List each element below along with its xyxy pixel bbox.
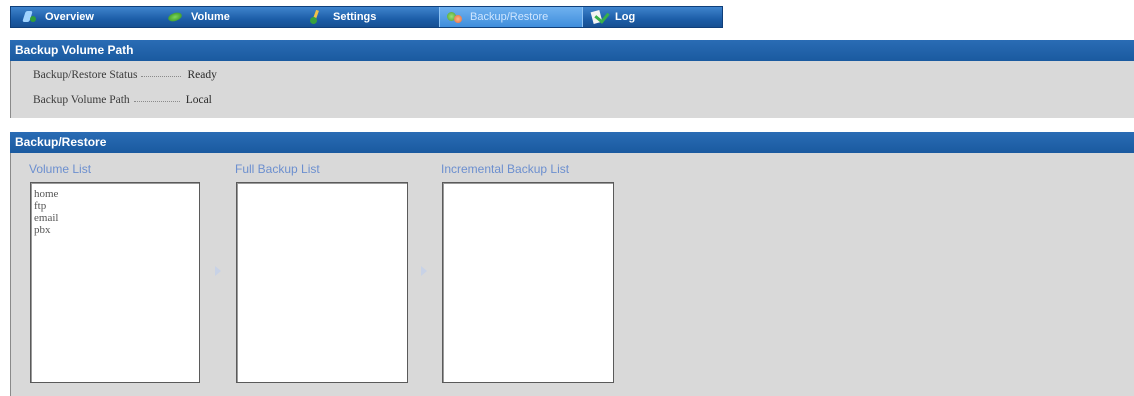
volume-path-label: Backup Volume Path [33, 94, 130, 106]
backup-volume-path-panel: Backup/Restore Status Ready Backup Volum… [10, 61, 1134, 118]
tab-log[interactable]: Log [591, 7, 635, 27]
tab-volume-label: Volume [191, 11, 230, 23]
tab-settings[interactable]: Settings [309, 7, 376, 27]
tab-backup-restore-label: Backup/Restore [470, 11, 549, 23]
arrow-right-icon[interactable] [215, 266, 221, 276]
full-backup-list[interactable] [236, 182, 408, 383]
overview-icon [21, 10, 37, 24]
leader-dots [133, 101, 180, 102]
backup-restore-icon [446, 10, 462, 24]
full-backup-list-label: Full Backup List [235, 162, 320, 176]
volume-list[interactable]: home ftp email pbx [30, 182, 200, 383]
status-value: Ready [187, 69, 217, 81]
volume-path-value: Local [185, 94, 212, 106]
main-tab-bar: Overview Volume Settings Backup/Restore … [10, 6, 723, 28]
status-row: Backup/Restore Status Ready [33, 63, 217, 81]
tab-overview-label: Overview [45, 11, 94, 23]
log-icon [591, 10, 607, 24]
volume-icon [167, 10, 183, 24]
incremental-backup-list[interactable] [442, 182, 614, 383]
incremental-backup-list-label: Incremental Backup List [441, 162, 570, 176]
backup-volume-path-header: Backup Volume Path [10, 40, 1134, 61]
leader-dots [141, 76, 182, 77]
arrow-right-icon[interactable] [421, 266, 427, 276]
volume-path-row: Backup Volume Path Local [33, 88, 212, 106]
list-item[interactable]: home [34, 188, 196, 200]
volume-list-label: Volume List [29, 162, 92, 176]
backup-restore-panel: Volume List home ftp email pbx Full Back… [10, 153, 1134, 396]
tab-overview[interactable]: Overview [21, 7, 94, 27]
tab-volume[interactable]: Volume [167, 7, 230, 27]
tab-backup-restore[interactable]: Backup/Restore [439, 7, 583, 27]
tab-settings-label: Settings [333, 11, 377, 23]
status-label: Backup/Restore Status [33, 69, 138, 81]
backup-restore-header: Backup/Restore [10, 132, 1134, 153]
settings-icon [309, 10, 325, 24]
list-item[interactable]: ftp [34, 200, 196, 212]
tab-log-label: Log [615, 11, 636, 23]
list-item[interactable]: pbx [34, 224, 196, 236]
list-item[interactable]: email [34, 212, 196, 224]
